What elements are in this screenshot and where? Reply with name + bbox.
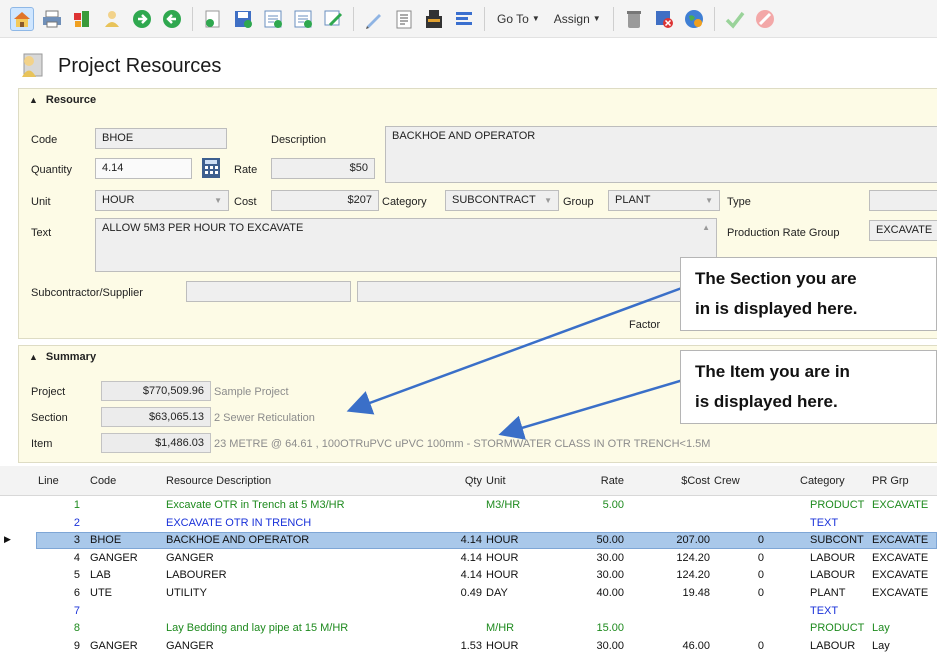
section-callout-line1: The Section you are (695, 269, 857, 288)
section-arrow (346, 283, 691, 415)
section-callout-line2: in is displayed here. (695, 299, 858, 318)
item-callout-line2: is displayed here. (695, 392, 838, 411)
item-arrow (498, 376, 691, 440)
item-callout: The Item you are in is displayed here. (680, 350, 937, 424)
section-callout: The Section you are in is displayed here… (680, 257, 937, 331)
item-callout-line1: The Item you are in (695, 362, 850, 381)
